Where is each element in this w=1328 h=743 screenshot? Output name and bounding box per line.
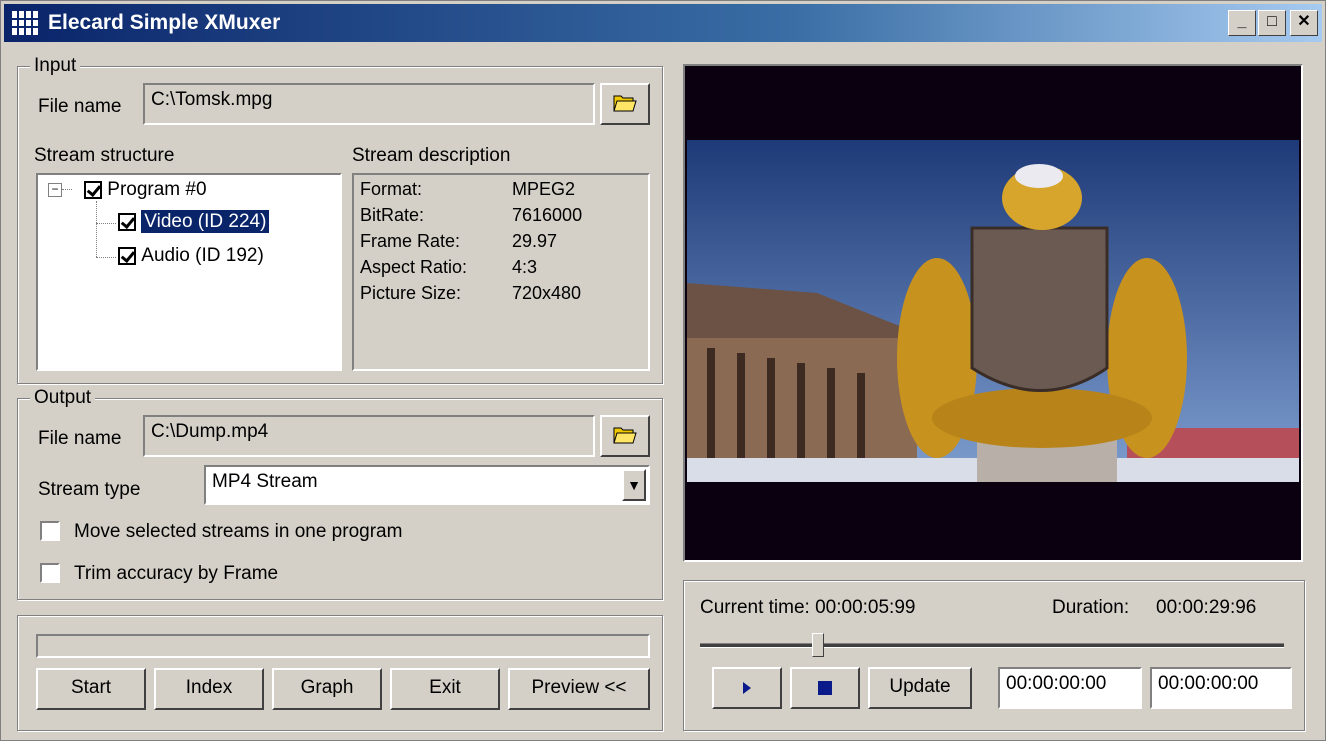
app-grid-icon — [12, 11, 38, 35]
input-group: Input File name C:\Tomsk.mpg Stream stru… — [17, 55, 663, 384]
chevron-down-icon[interactable]: ▼ — [622, 469, 646, 501]
desc-size: Picture Size: 720x480 — [360, 283, 582, 303]
move-streams-checkbox[interactable] — [40, 521, 60, 541]
current-time-label: Current time: 00:00:05:99 — [700, 597, 916, 618]
graph-button[interactable]: Graph — [272, 668, 382, 710]
play-icon — [743, 682, 751, 694]
update-button[interactable]: Update — [868, 667, 972, 709]
desc-format: Format: MPEG2 — [360, 179, 576, 199]
title-bar[interactable]: Elecard Simple XMuxer _ □ ✕ — [4, 4, 1322, 42]
app-window: Elecard Simple XMuxer _ □ ✕ Input File n… — [0, 0, 1326, 741]
desc-framerate: Frame Rate: 29.97 — [360, 231, 558, 251]
program-checkbox[interactable] — [84, 181, 102, 199]
stop-icon — [818, 681, 832, 695]
seek-thumb[interactable] — [811, 633, 824, 657]
video-checkbox[interactable] — [118, 213, 136, 231]
progress-bar — [36, 634, 650, 658]
stream-structure-label: Stream structure — [34, 145, 175, 166]
tree-item-program[interactable]: Program #0 — [84, 179, 207, 201]
time-end-field[interactable]: 00:00:00:00 — [1150, 667, 1292, 709]
window-title: Elecard Simple XMuxer — [48, 11, 281, 34]
tree-item-audio[interactable]: Audio (ID 192) — [118, 245, 264, 267]
move-streams-label: Move selected streams in one program — [74, 521, 403, 542]
collapse-icon[interactable]: − — [48, 183, 62, 197]
stream-description-box: Format: MPEG2 BitRate: 7616000 Frame Rate:… — [352, 173, 650, 371]
input-browse-button[interactable] — [600, 83, 650, 125]
actions-group: Start Index Graph Exit Preview << — [17, 615, 663, 731]
preview-button[interactable]: Preview << — [508, 668, 650, 710]
output-browse-button[interactable] — [600, 415, 650, 457]
index-button[interactable]: Index — [154, 668, 264, 710]
trim-checkbox[interactable] — [40, 563, 60, 583]
maximize-icon[interactable]: □ — [1258, 10, 1286, 36]
input-legend: Input — [30, 55, 81, 77]
player-group: Current time: 00:00:05:99 Duration: 00:0… — [683, 580, 1305, 731]
stream-type-label: Stream type — [38, 479, 141, 500]
seek-track[interactable] — [700, 643, 1284, 648]
play-button[interactable] — [712, 667, 782, 709]
output-legend: Output — [30, 387, 96, 409]
tree-item-video[interactable]: Video (ID 224) — [118, 210, 270, 233]
duration-value: 00:00:29:96 — [1156, 597, 1257, 618]
trim-label: Trim accuracy by Frame — [74, 563, 279, 584]
audio-checkbox[interactable] — [118, 247, 136, 265]
close-icon[interactable]: ✕ — [1290, 10, 1318, 36]
minimize-icon[interactable]: _ — [1228, 10, 1256, 36]
exit-button[interactable]: Exit — [390, 668, 500, 710]
desc-aspect: Aspect Ratio: 4:3 — [360, 257, 538, 277]
desc-bitrate: BitRate: 7616000 — [360, 205, 583, 225]
stream-type-select[interactable]: MP4 Stream — [204, 465, 650, 505]
stream-tree[interactable]: − Program #0 Video (ID 224) Audio (ID 19… — [36, 173, 342, 371]
stop-button[interactable] — [790, 667, 860, 709]
video-frame — [687, 68, 1299, 558]
output-group: Output File name C:\Dump.mp4 Stream type… — [17, 387, 663, 600]
output-file-label: File name — [38, 428, 122, 449]
duration-label: Duration: — [1052, 597, 1130, 618]
open-folder-icon — [612, 90, 638, 112]
input-file-field[interactable]: C:\Tomsk.mpg — [143, 83, 595, 125]
audio-label: Audio (ID 192) — [141, 245, 264, 266]
time-start-field[interactable]: 00:00:00:00 — [998, 667, 1142, 709]
start-button[interactable]: Start — [36, 668, 146, 710]
stream-description-label: Stream description — [352, 145, 511, 166]
input-file-label: File name — [38, 96, 122, 117]
video-preview — [683, 64, 1303, 562]
program-label: Program #0 — [107, 179, 207, 200]
video-label: Video (ID 224) — [141, 210, 270, 233]
output-file-field[interactable]: C:\Dump.mp4 — [143, 415, 595, 457]
open-folder-icon — [612, 422, 638, 444]
